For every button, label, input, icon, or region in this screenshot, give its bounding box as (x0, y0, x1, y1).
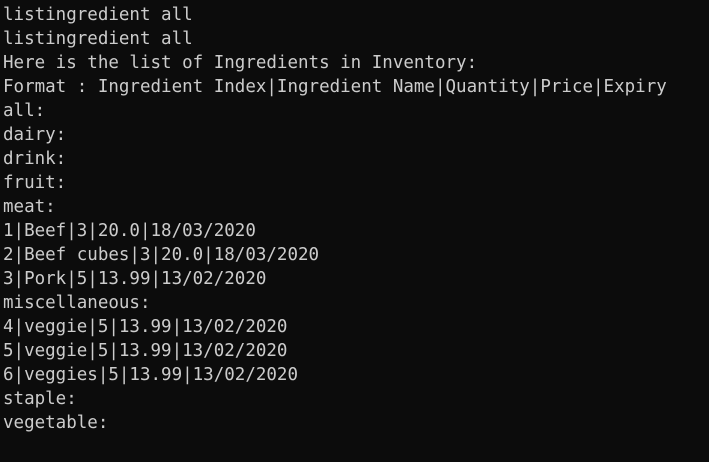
category-all: all: (3, 101, 46, 121)
command-echo-line: listingredient all (3, 5, 193, 25)
terminal-window[interactable]: listingredient all listingredient all He… (0, 0, 709, 462)
category-vegetable: vegetable: (3, 413, 109, 433)
category-dairy: dairy: (3, 125, 67, 145)
ingredient-row: 3|Pork|5|13.99|13/02/2020 (3, 269, 267, 289)
category-staple: staple: (3, 389, 77, 409)
inventory-heading: Here is the list of Ingredients in Inven… (3, 53, 478, 73)
command-echo-line: listingredient all (3, 29, 193, 49)
format-line: Format : Ingredient Index|Ingredient Nam… (3, 77, 667, 97)
category-meat: meat: (3, 197, 56, 217)
ingredient-row: 6|veggies|5|13.99|13/02/2020 (3, 365, 299, 385)
ingredient-row: 4|veggie|5|13.99|13/02/2020 (3, 317, 288, 337)
category-fruit: fruit: (3, 173, 67, 193)
ingredient-row: 1|Beef|3|20.0|18/03/2020 (3, 221, 256, 241)
category-drink: drink: (3, 149, 67, 169)
ingredient-row: 2|Beef cubes|3|20.0|18/03/2020 (3, 245, 320, 265)
ingredient-row: 5|veggie|5|13.99|13/02/2020 (3, 341, 288, 361)
category-miscellaneous: miscellaneous: (3, 293, 151, 313)
